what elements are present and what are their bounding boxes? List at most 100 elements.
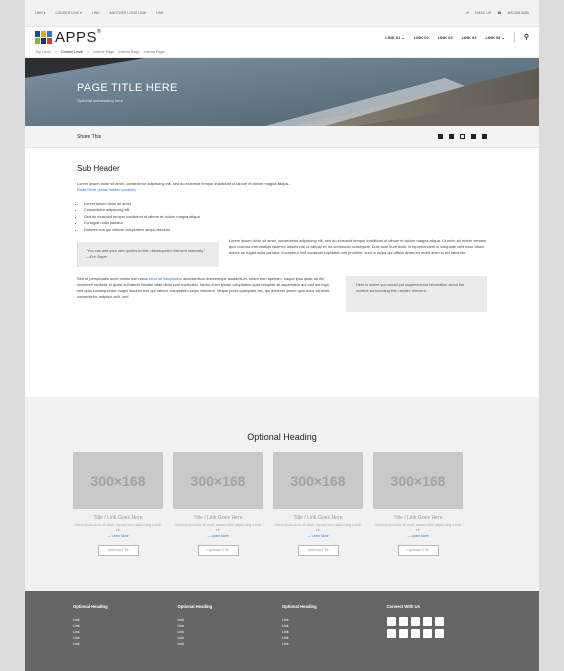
card-title-link[interactable]: Title / Link Goes Here (373, 515, 463, 521)
card-learn-more-link[interactable]: — Learn More (173, 534, 263, 538)
footer: Optional Heading Link Link Link Link Lin… (25, 591, 539, 671)
card-description: lorem ipsum dolor sit amet, consec tetur… (375, 523, 461, 532)
sub-header: Sub Header (77, 164, 120, 173)
breadcrumb: Top Level > Current Level > Interior Pag… (25, 47, 539, 58)
logo-mark-icon (35, 30, 52, 44)
card-learn-more-link[interactable]: — Learn More (373, 534, 463, 538)
utility-link[interactable]: LINK (156, 11, 164, 15)
utility-bar: LINK ▾ LONGER LINK ▾ LINK ANOTHER LONG L… (25, 0, 539, 27)
registered-mark: ® (97, 28, 102, 35)
pinterest-icon[interactable] (434, 629, 444, 638)
twitter-icon[interactable] (398, 617, 408, 626)
email-icon: ✉ (466, 11, 469, 15)
social-icons (386, 617, 449, 638)
aside-box: Here is where you would put supplemental… (346, 276, 487, 313)
nav-link-04[interactable]: LINK 04 (462, 35, 477, 40)
list-item: Dolores eos qui ratione voluptatem sequi… (84, 227, 487, 233)
card: 300×168 Title / Link Goes Here lorem ips… (373, 452, 463, 556)
card-description: lorem ipsum dolor sit amet, consec tetur… (75, 523, 161, 532)
right-paragraph: Lorem ipsum dolor sit amet, consectetur … (229, 238, 487, 256)
read-more-link[interactable]: Read More (show hidden content) (77, 187, 487, 193)
card-description: lorem ipsum dolor sit amet, consec tetur… (175, 523, 261, 532)
card-cta-button[interactable]: Optional CTA (397, 544, 439, 556)
footer-connect: Connect With Us (386, 604, 492, 671)
quote-author: —Eric Bayer (86, 254, 108, 259)
footer-link[interactable]: Link (73, 641, 178, 647)
card: 300×168 Title / Link Goes Here lorem ips… (73, 452, 163, 556)
facebook-icon[interactable] (386, 617, 396, 626)
linkedin-icon[interactable] (422, 617, 432, 626)
hero-banner: PAGE TITLE HERE Optional subheading here (25, 58, 539, 126)
breadcrumb-item[interactable]: Top Level (35, 50, 51, 54)
page-subtitle: Optional subheading here (77, 98, 123, 103)
email-icon[interactable] (460, 134, 465, 139)
optional-heading: Optional Heading (247, 432, 317, 442)
main-content: Sub Header Lorem ipsum dolor sit amet, c… (25, 148, 539, 313)
breadcrumb-separator: > (87, 50, 90, 54)
breadcrumb-current: Current Level (60, 50, 84, 54)
second-paragraph: Sed ut perspiciatis unde omnis iste natu… (77, 276, 331, 300)
share-bar: Share This (25, 126, 539, 148)
nav-link-03[interactable]: LINK 03 (438, 35, 453, 40)
footer-column: Optional Heading Link Link Link Link Lin… (282, 604, 387, 671)
utility-link[interactable]: LONGER LINK ▾ (56, 11, 82, 15)
nav-divider (513, 32, 515, 42)
footer-link[interactable]: Link (178, 641, 283, 647)
inline-link[interactable]: error sit voluptatem (149, 276, 182, 281)
blockquote: "You can add your own quotes to this <bl… (77, 242, 219, 268)
card-cta-button[interactable]: Optional CTA (197, 544, 239, 556)
page: LINK ▾ LONGER LINK ▾ LINK ANOTHER LONG L… (25, 0, 539, 671)
card-title-link[interactable]: Title / Link Goes Here (273, 515, 363, 521)
share-icon[interactable] (482, 134, 487, 139)
card: 300×168 Title / Link Goes Here lorem ips… (273, 452, 363, 556)
footer-column: Optional Heading Link Link Link Link Lin… (73, 604, 178, 671)
footer-heading: Optional Heading (73, 604, 108, 609)
footer-heading: Optional Heading (282, 604, 317, 609)
card-learn-more-link[interactable]: — Learn More (73, 534, 163, 538)
card: 300×168 Title / Link Goes Here lorem ips… (173, 452, 263, 556)
breadcrumb-item[interactable]: Interior Page (93, 50, 114, 54)
card-title-link[interactable]: Title / Link Goes Here (73, 515, 163, 521)
footer-heading: Optional Heading (177, 604, 213, 609)
card-image-placeholder[interactable]: 300×168 (73, 452, 163, 509)
breadcrumb-separator: > (54, 50, 57, 54)
nav-link-01[interactable]: LINK 01 ⌄ (385, 35, 404, 40)
flickr-icon[interactable] (410, 629, 420, 638)
main-nav: APPS® LINK 01 ⌄ LINK 02 LINK 03 LINK 04 … (25, 27, 539, 47)
footer-column: Optional Heading Link Link Link Link Lin… (178, 604, 283, 671)
instagram-icon[interactable] (422, 629, 432, 638)
utility-link[interactable]: LINK ▾ (35, 11, 46, 15)
email-link[interactable]: EMAIL US (475, 11, 491, 15)
logo-text: APPS (55, 28, 98, 46)
calendar-icon[interactable] (438, 134, 443, 139)
card-learn-more-link[interactable]: — Learn More (273, 534, 363, 538)
footer-link[interactable]: Link (282, 641, 387, 647)
card-description: lorem ipsum dolor sit amet, consec tetur… (275, 523, 361, 532)
card-cta-button[interactable]: Optional CTA (97, 544, 139, 556)
nav-link-05[interactable]: LINK 05 ⌄ (486, 35, 505, 40)
bullet-list: Lorem ipsum dolor sit amet Consectetur a… (82, 201, 487, 233)
facebook-icon[interactable] (449, 134, 454, 139)
card-title-link[interactable]: Title / Link Goes Here (173, 515, 263, 521)
search-icon[interactable]: ⚲ (524, 33, 529, 41)
logo[interactable]: APPS® (35, 29, 101, 46)
card-image-placeholder[interactable]: 300×168 (273, 452, 363, 509)
phone-icon: ☎ (497, 11, 502, 15)
utility-link[interactable]: LINK (92, 11, 100, 15)
breadcrumb-item[interactable]: Interior Page (118, 50, 139, 54)
google-plus-icon[interactable] (386, 629, 396, 638)
card-cta-button[interactable]: Optional CTA (297, 544, 339, 556)
youtube-icon[interactable] (410, 617, 420, 626)
skype-icon[interactable] (398, 629, 408, 638)
utility-link[interactable]: ANOTHER LONG LINK (109, 11, 146, 15)
card-image-placeholder[interactable]: 300×168 (373, 452, 463, 509)
rss-icon[interactable] (434, 617, 444, 626)
card-image-placeholder[interactable]: 300×168 (173, 452, 263, 509)
breadcrumb-item[interactable]: Interior Page (144, 50, 165, 54)
share-label: Share This (77, 133, 102, 140)
nav-link-02[interactable]: LINK 02 (414, 35, 429, 40)
page-title: PAGE TITLE HERE (77, 82, 178, 94)
connect-heading: Connect With Us (386, 604, 420, 609)
print-icon[interactable] (471, 134, 476, 139)
phone-number[interactable]: 800.555.5555 (508, 11, 529, 15)
